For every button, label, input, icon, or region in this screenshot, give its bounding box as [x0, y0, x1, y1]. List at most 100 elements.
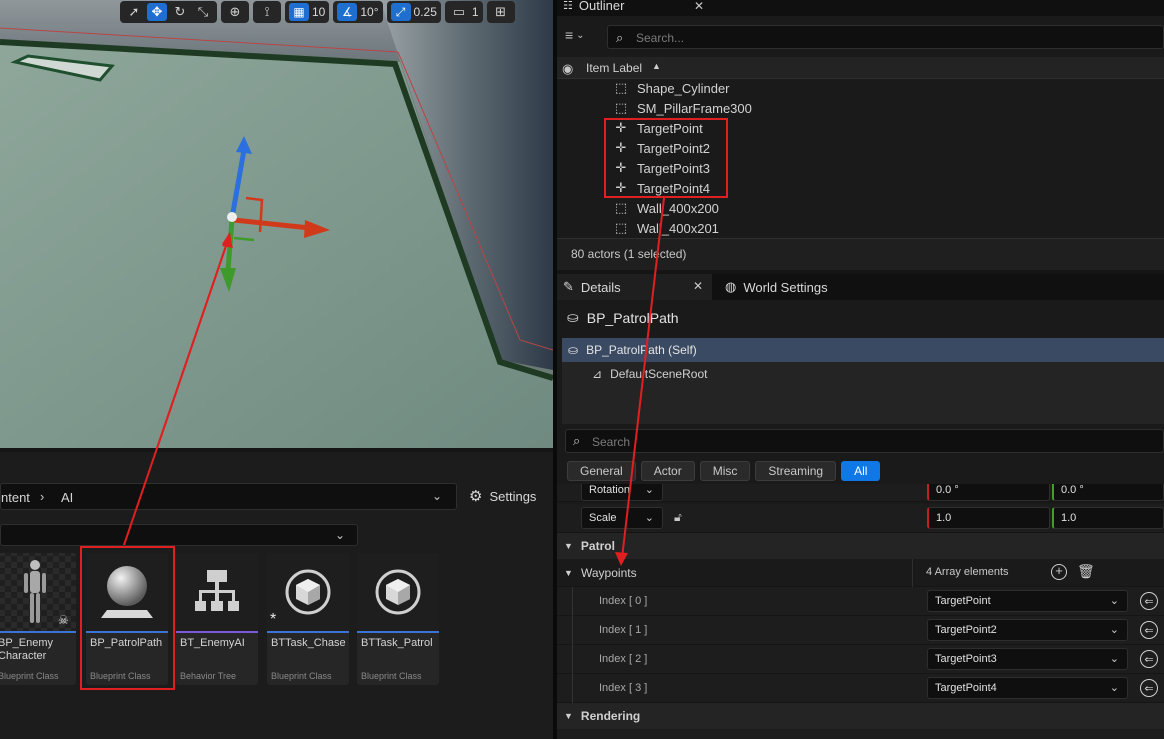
component-row-root[interactable]: ⊿ DefaultSceneRoot — [592, 362, 707, 386]
waypoint-row: Index [ 2 ] TargetPoint3 ⌄ ⇐ — [557, 645, 1164, 674]
scene-component-icon: ⊿ — [592, 367, 603, 381]
outliner-icon: ☷ — [563, 0, 573, 12]
rotation-snap[interactable]: ∡ 10° — [333, 1, 383, 23]
outliner-status-bar: 80 actors (1 selected) — [557, 238, 1164, 270]
outliner-search-input[interactable]: ⌕ Search... — [607, 25, 1164, 49]
cube-blueprint-icon — [375, 569, 421, 615]
chevron-down-icon[interactable]: ⌄ — [432, 489, 442, 503]
breadcrumb-leaf[interactable]: AI — [61, 490, 73, 505]
close-icon[interactable]: ✕ — [693, 279, 703, 293]
outliner-row[interactable]: ⬚ Wall_400x201 — [557, 218, 1164, 238]
viewport-layout[interactable]: ⊞ — [486, 1, 515, 23]
angle-icon: ∡ — [337, 3, 358, 21]
breadcrumb-root[interactable]: ntent — [1, 490, 30, 505]
outliner-tab[interactable]: ☷ Outliner — [563, 0, 624, 13]
camera-speed-value: 1 — [471, 5, 479, 19]
mannequin-icon — [24, 560, 46, 623]
actor-name[interactable]: BP_PatrolPath — [587, 310, 679, 326]
camera-speed[interactable]: ▭ 1 — [444, 1, 483, 23]
actor-icon: ⛀ — [567, 309, 579, 325]
use-selected-arrow-icon[interactable]: ⇐ — [1140, 592, 1158, 610]
details-tab-bar: ✎ Details ✕ ◍ World Settings — [557, 274, 1164, 300]
world-icon: ◍ — [725, 279, 737, 294]
filter-actor[interactable]: Actor — [640, 461, 695, 481]
scale-snap[interactable]: ⤢ 0.25 — [386, 1, 441, 23]
filter-button[interactable]: ≡ ⌄ — [565, 27, 585, 43]
target-points-highlight — [604, 118, 728, 198]
task-thumbnail: * — [267, 553, 349, 631]
world-settings-tab[interactable]: ◍ World Settings — [725, 274, 828, 300]
filter-streaming[interactable]: Streaming — [755, 461, 837, 481]
skull-icon: ☠ — [58, 613, 69, 627]
select-tool-icon[interactable]: ➚ — [124, 3, 144, 21]
scale-mode-dropdown[interactable]: Scale ⌄ — [581, 507, 663, 529]
trash-icon[interactable]: 🗑︎ — [1077, 563, 1095, 580]
outliner-row[interactable]: ⬚ SM_PillarFrame300 — [557, 98, 1164, 118]
waypoint-row: Index [ 0 ] TargetPoint ⌄ ⇐ — [557, 587, 1164, 616]
item-label-column[interactable]: Item Label — [586, 61, 642, 75]
waypoints-row: ▼ Waypoints 4 Array elements + 🗑︎ — [557, 559, 1164, 587]
array-count: 4 Array elements — [926, 566, 1009, 578]
scale-y-field[interactable]: 1.0 — [1052, 507, 1164, 529]
rendering-section-header[interactable]: ▼ Rendering — [557, 703, 1164, 729]
details-tab[interactable]: ✎ Details — [557, 274, 712, 300]
grid-icon: ▦ — [289, 3, 309, 21]
waypoint-3-dropdown[interactable]: TargetPoint4 ⌄ — [927, 677, 1128, 699]
chevron-right-icon: › — [40, 489, 45, 504]
rotation-mode-dropdown[interactable]: Rotation ⌄ — [581, 484, 663, 501]
path-breadcrumb[interactable]: ntent › AI ⌄ — [0, 483, 457, 510]
use-selected-arrow-icon[interactable]: ⇐ — [1140, 621, 1158, 639]
chevron-down-icon: ⌄ — [644, 512, 654, 524]
add-element-icon[interactable]: + — [1051, 564, 1067, 580]
filter-dropdown[interactable]: ⌄ — [0, 524, 358, 546]
gear-icon: ⚙ — [469, 488, 483, 505]
use-selected-arrow-icon[interactable]: ⇐ — [1140, 679, 1158, 697]
scale-x-field[interactable]: 1.0 — [927, 507, 1050, 529]
asset-tile[interactable]: ☠ BP_Enemy Character Blueprint Class — [0, 553, 76, 685]
patrol-section-header[interactable]: ▼ Patrol — [557, 533, 1164, 559]
outliner-row[interactable]: ⬚ Wall_400x200 — [557, 198, 1164, 218]
asterisk-icon: * — [270, 611, 277, 628]
transform-tools: ➚ ✥ ↻ ⤡ — [120, 1, 217, 23]
chevron-down-icon: ⌄ — [1109, 595, 1119, 607]
filter-general[interactable]: General — [567, 461, 636, 481]
asset-tile[interactable]: BT_EnemyAI Behavior Tree — [176, 553, 258, 685]
asset-tile[interactable]: * BTTask_Chase Blueprint Class — [267, 553, 349, 685]
settings-button[interactable]: ⚙ Settings — [469, 487, 536, 505]
grid-snap[interactable]: ▦ 10 — [285, 1, 330, 23]
chevron-down-icon: ▼ — [564, 711, 573, 721]
asset-type-bar — [357, 631, 439, 633]
outliner-row[interactable]: ⬚ Shape_Cylinder — [557, 78, 1164, 98]
scale-tool-icon[interactable]: ⤡ — [193, 3, 213, 21]
sort-ascending-icon[interactable]: ▲ — [652, 61, 661, 71]
layout-icon: ⊞ — [495, 4, 507, 19]
asset-tile[interactable]: BTTask_Patrol Blueprint Class — [357, 553, 439, 685]
filter-misc[interactable]: Misc — [699, 461, 751, 481]
surface-snap-toggle[interactable]: ⟟ — [253, 1, 281, 23]
search-placeholder: Search — [592, 435, 631, 449]
details-search-input[interactable]: ⌕ Search — [565, 429, 1164, 453]
chevron-down-icon: ⌄ — [1109, 653, 1119, 665]
rotation-y-field[interactable]: 0.0 ° — [1052, 484, 1164, 501]
rotate-tool-icon[interactable]: ↻ — [170, 3, 190, 21]
level-viewport[interactable]: ➚ ✥ ↻ ⤡ ⊕ ⟟ ▦ 10 ∡ 10° ⤢ 0.25 ▭ 1 ⊞ — [0, 0, 553, 448]
mesh-icon: ⬚ — [614, 220, 628, 235]
translate-tool-icon[interactable]: ✥ — [147, 3, 167, 21]
waypoint-0-dropdown[interactable]: TargetPoint ⌄ — [927, 590, 1128, 612]
waypoint-row: Index [ 1 ] TargetPoint2 ⌄ ⇐ — [557, 616, 1164, 645]
waypoint-1-dropdown[interactable]: TargetPoint2 ⌄ — [927, 619, 1128, 641]
task-thumbnail — [357, 553, 439, 631]
lock-icon[interactable]: 🔓︎ — [674, 510, 682, 525]
waypoint-2-dropdown[interactable]: TargetPoint3 ⌄ — [927, 648, 1128, 670]
waypoints-label: Waypoints — [581, 566, 637, 580]
chevron-down-icon: ▼ — [564, 541, 573, 551]
component-row-self[interactable]: ⛀ BP_PatrolPath (Self) — [562, 338, 1164, 362]
use-selected-arrow-icon[interactable]: ⇐ — [1140, 650, 1158, 668]
close-icon[interactable]: ✕ — [694, 0, 704, 13]
viewport-scene — [0, 0, 553, 448]
world-local-toggle[interactable]: ⊕ — [221, 1, 249, 23]
visibility-eye-icon[interactable]: ◉ — [562, 61, 573, 77]
filter-all[interactable]: All — [841, 461, 881, 481]
rotation-x-field[interactable]: 0.0 ° — [927, 484, 1050, 501]
chevron-down-icon[interactable]: ▼ — [564, 568, 573, 578]
